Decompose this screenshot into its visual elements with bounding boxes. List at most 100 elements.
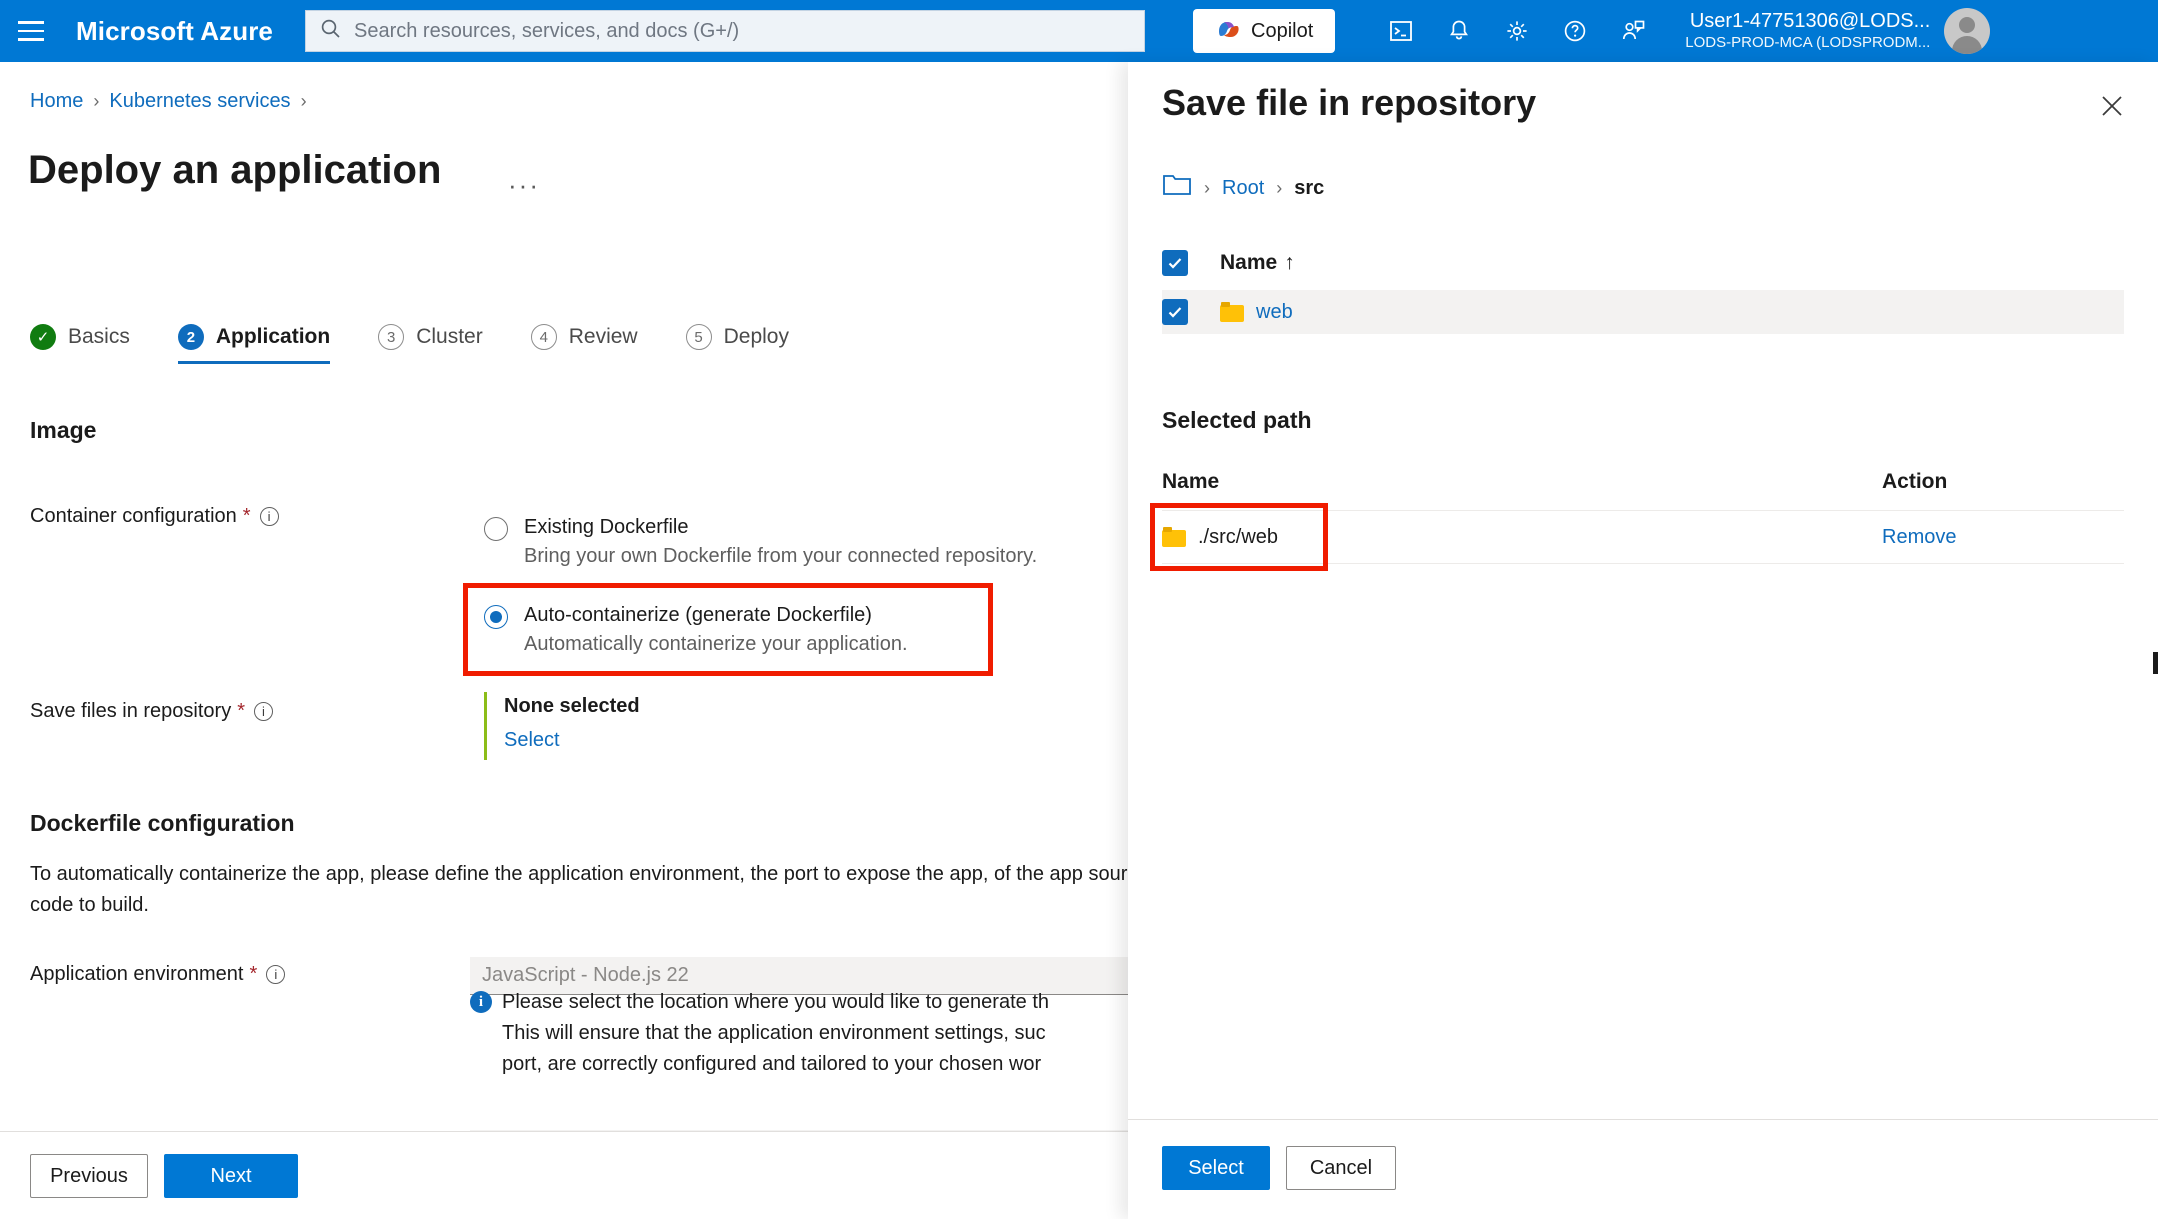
cloud-shell-icon[interactable] [1375,5,1427,57]
tab-application[interactable]: 2 Application [177,324,352,364]
required-asterisk-3: * [249,963,258,985]
breadcrumb-item-home[interactable]: Home [30,90,83,113]
notifications-bell-icon[interactable] [1433,5,1485,57]
info-icon[interactable]: i [259,507,279,526]
panel-breadcrumb-separator: › [1204,177,1210,198]
save-files-in-repository-label: Save files in repository * i [30,700,273,723]
account-name: User1-47751306@LODS... [1689,10,1931,32]
panel-cancel-button[interactable]: Cancel [1286,1146,1396,1190]
radio-auto-containerize-title: Auto-containerize (generate Dockerfile) [524,604,872,626]
application-environment-label: Application environment * i [30,963,286,986]
wizard-footer: Previous Next [0,1131,1128,1219]
folder-root-icon[interactable] [1162,172,1192,204]
info-icon[interactable]: i [266,965,286,984]
selected-path-row: ./src/web Remove [1162,510,2124,564]
top-nav-icon-group [1375,5,1659,57]
tab-cluster-label: Cluster [416,325,483,348]
hamburger-menu-icon[interactable] [0,0,62,62]
dockerfile-section-description: To automatically containerize the app, p… [30,863,1128,916]
container-configuration-label-text: Container configuration [30,505,237,527]
radio-existing-dockerfile[interactable] [484,517,508,541]
select-all-checkbox[interactable] [1162,250,1188,276]
file-browser-row-web-name[interactable]: web [1256,301,1293,324]
settings-gear-icon[interactable] [1491,5,1543,57]
save-files-status: None selected [504,695,640,717]
panel-breadcrumb-item-root[interactable]: Root [1222,177,1264,200]
radio-existing-dockerfile-subtitle: Bring your own Dockerfile from your conn… [524,545,1038,567]
tab-application-label: Application [215,325,331,348]
breadcrumb-separator-2: › [300,91,307,111]
folder-icon [1220,302,1244,322]
image-section-heading: Image [30,417,97,443]
previous-button[interactable]: Previous [30,1154,148,1198]
radio-auto-containerize[interactable] [484,605,508,629]
dockerfile-section-heading: Dockerfile configuration [30,810,295,836]
tab-basics[interactable]: ✓ Basics [30,324,152,364]
avatar[interactable] [1944,8,1991,54]
column-header-name-text: Name [1220,251,1278,274]
tab-deploy[interactable]: 5 Deploy [685,324,811,364]
next-button[interactable]: Next [164,1154,298,1198]
tab-basics-label: Basics [68,325,130,348]
close-icon[interactable] [2092,86,2132,126]
save-file-in-repository-panel: Save file in repository › Root › src Nam… [1128,62,2158,1219]
page-title: Deploy an application [28,148,442,192]
application-environment-label-text: Application environment [30,963,244,985]
breadcrumb: Home › Kubernetes services › [30,90,307,113]
info-note-line-3: port, are correctly configured and tailo… [502,1053,1042,1075]
selected-path-remove-link[interactable]: Remove [1882,526,1956,549]
radio-auto-containerize-subtitle: Automatically containerize your applicat… [524,633,908,655]
breadcrumb-separator: › [93,91,100,111]
container-configuration-label: Container configuration * i [30,505,279,528]
selected-path-column-name: Name [1162,470,1220,493]
application-environment-value: JavaScript - Node.js 22 [482,964,689,986]
breadcrumb-item-kubernetes-services[interactable]: Kubernetes services [109,90,290,113]
radio-option-existing-dockerfile[interactable]: Existing Dockerfile Bring your own Docke… [484,514,1104,571]
save-files-select-link[interactable]: Select [504,729,560,752]
top-navigation-bar: Microsoft Azure Search resources, servic… [0,0,2158,62]
account-directory: LODS-PROD-MCA (LODSPRODM... [1685,34,1931,51]
search-icon [320,18,342,45]
selected-path-column-action: Action [1882,470,1948,493]
more-actions-button[interactable]: ··· [508,170,540,201]
tab-review[interactable]: 4 Review [530,324,660,364]
column-header-name[interactable]: Name ↑ [1220,251,1295,275]
panel-select-button[interactable]: Select [1162,1146,1270,1190]
tab-review-label: Review [568,325,638,348]
step-number-badge-3: 3 [378,324,405,350]
active-tab-underline [177,361,331,364]
step-number-badge-4: 4 [530,324,557,350]
panel-breadcrumb-separator-2: › [1276,177,1283,198]
copilot-button[interactable]: Copilot [1193,9,1336,53]
selected-path-heading: Selected path [1162,407,1312,433]
global-search-placeholder: Search resources, services, and docs (G+… [354,19,740,42]
account-menu[interactable]: User1-47751306@LODS... LODS-PROD-MCA (LO… [1685,8,2008,54]
panel-title: Save file in repository [1162,82,1537,123]
required-asterisk: * [242,505,251,527]
global-search-input[interactable]: Search resources, services, and docs (G+… [305,10,1145,52]
selected-path-row-name: ./src/web [1162,526,1882,549]
radio-existing-dockerfile-title: Existing Dockerfile [524,516,689,538]
radio-option-auto-containerize[interactable]: Auto-containerize (generate Dockerfile) … [484,602,1104,659]
wizard-main-content: Home › Kubernetes services › Deploy an a… [0,62,1128,1219]
required-asterisk-2: * [237,700,245,722]
info-note-line-1: Please select the location where you wou… [502,991,1050,1013]
info-icon[interactable]: i [254,702,273,721]
file-browser-row-web[interactable]: web [1162,290,2124,334]
selected-path-table-header: Name Action [1162,470,2124,494]
step-number-badge-5: 5 [685,324,712,350]
validation-accent-bar [484,692,487,760]
info-note-line-2: This will ensure that the application en… [502,1022,1046,1044]
info-note-text: Please select the location where you wou… [502,987,1049,1080]
panel-breadcrumb-item-src: src [1294,176,1325,199]
file-browser-header: Name ↑ [1162,242,2124,284]
check-circle-icon: ✓ [30,324,56,350]
info-filled-icon: i [470,991,492,1013]
application-environment-info-note: i Please select the location where you w… [470,987,1128,1080]
feedback-person-icon[interactable] [1607,5,1659,57]
azure-brand-label[interactable]: Microsoft Azure [62,16,295,47]
row-checkbox-web[interactable] [1162,299,1188,325]
tab-cluster[interactable]: 3 Cluster [378,324,505,364]
help-question-icon[interactable] [1549,5,1601,57]
save-files-label-text: Save files in repository [30,700,232,722]
